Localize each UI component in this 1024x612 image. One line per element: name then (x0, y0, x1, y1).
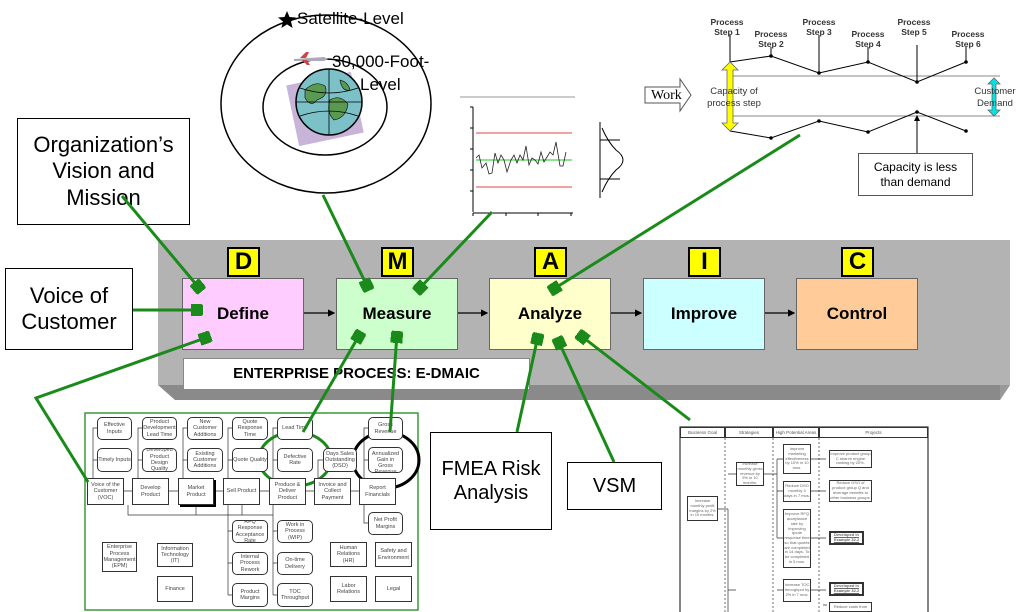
capacity-callout: Capacity is less than demand (858, 153, 973, 196)
flowchart-box: Labor Relations (330, 576, 367, 602)
high-potential-area-box: Improve RFQ acceptance rate by improving… (783, 509, 811, 568)
flowchart-box: Work in Process (WIP) (277, 520, 313, 543)
table-header: Business Goal (680, 427, 725, 438)
project-box: Improve product group C search engine ra… (829, 450, 872, 468)
process-step-5: Process Step 5 (897, 17, 931, 38)
foot-level-label-line1: 30,000-Foot- (332, 52, 430, 71)
flowchart-box: Market Product (178, 478, 214, 505)
enterprise-process-banner: ENTERPRISE PROCESS: E-DMAIC (183, 358, 530, 390)
globe-icon (286, 68, 364, 147)
phase-letter-control: C (841, 247, 874, 277)
flowchart-box: Produce & Deliver Product (269, 478, 306, 505)
flowchart-box: Days Sales Outstanding (DSO) (323, 448, 357, 472)
vsm-box: VSM (567, 462, 662, 510)
process-step-6: Process Step 6 (951, 29, 985, 50)
flowchart-box: Invoice and Collect Payment (314, 478, 351, 505)
table-header: High Potential Areas (773, 427, 819, 438)
high-potential-area-box: Reduce DSO monthly 3 days in 7 mos. (783, 481, 811, 502)
flowchart-box: TOC Throughput (277, 583, 313, 607)
phase-control: Control (796, 278, 918, 350)
table-header: Projects (819, 427, 928, 438)
flowchart-box: Defective Rate (277, 448, 313, 472)
vision-mission-box: Organization’s Vision and Mission (17, 118, 190, 225)
control-chart (460, 96, 624, 216)
project-box: Reduce DSO of product group Q and levera… (829, 480, 872, 502)
phase-define: Define (182, 278, 304, 350)
flowchart-box: Percent Annualized Gain in Gross Revenue (368, 447, 403, 473)
demand-label: Customer Demand (974, 86, 1016, 110)
phase-letter-improve: I (688, 247, 721, 277)
phase-measure: Measure (336, 278, 458, 350)
process-step-2: Process Step 2 (754, 29, 788, 50)
strategy-box: Increase monthly gross revenue by 5% in … (736, 462, 764, 486)
phase-improve: Improve (643, 278, 765, 350)
flowchart-box: On-time Delivery (277, 552, 313, 575)
flowchart-box: Net Profit Margins (368, 512, 403, 535)
flowchart-box: Product Development Lead Time (142, 417, 177, 440)
flowchart-box: New Customer Additions (187, 417, 223, 440)
flowchart-box: Report Financials (359, 478, 396, 505)
flowchart-box: Quote Quality (232, 448, 268, 472)
flowchart-frame (84, 412, 419, 611)
business-goal-box: Increase monthly profit margins by 2% in… (687, 496, 718, 521)
flowchart-box: RFQ Response Acceptance Rate (232, 520, 268, 543)
flowchart-box: Internal Process Rework (232, 552, 268, 575)
high-potential-area-box: Increase TOC throughput by 2% in 7 mos. (783, 579, 811, 602)
process-step-3: Process Step 3 (802, 17, 836, 38)
flowchart-box: Effective Inputs (97, 417, 132, 440)
project-box: Developed in Example 32.2 (829, 531, 864, 545)
flowchart-box: Voice of the Customer (VOC) (87, 478, 124, 505)
phase-letter-analyze: A (534, 247, 567, 277)
flowchart-box: Product Margins (232, 583, 268, 607)
project-box: Reduce costs from (829, 602, 872, 612)
foot-level-label-line2: Level (360, 75, 401, 94)
process-step-4: Process Step 4 (851, 29, 885, 50)
flowchart-box: Gross Revenue (368, 417, 403, 440)
phase-analyze: Analyze (489, 278, 611, 350)
capacity-label: Capacity of process step (707, 86, 761, 110)
flowchart-box: Information Technology (IT) (157, 543, 193, 567)
flowchart-box: Timely Inputs (97, 448, 132, 472)
phase-letter-define: D (227, 247, 260, 277)
flowchart-box: Human Relations (HR) (330, 542, 367, 567)
flowchart-box: Enterprise Process Management (EPM) (102, 542, 137, 572)
table-header: Strategies (725, 427, 773, 438)
capacity-diagram (644, 35, 1001, 153)
voice-of-customer-box: Voice of Customer (5, 268, 133, 350)
flowchart-box: Sell Product (223, 478, 260, 505)
flowchart-box: Lead Time (277, 417, 313, 440)
project-box: Developed in Example 32.2 (829, 582, 864, 596)
process-step-1: Process Step 1 (710, 17, 744, 38)
flowchart-box: Legal (375, 576, 412, 602)
flowchart-box: Developed Product Design Quality (142, 448, 177, 472)
satellite-level-label: Satellite-Level (297, 9, 404, 28)
flowchart-box: Quote Response Time (232, 417, 268, 440)
flowchart-box: Safety and Environment (375, 542, 412, 567)
star-icon (278, 11, 296, 28)
fmea-box: FMEA Risk Analysis (430, 432, 552, 530)
phase-letter-measure: M (381, 247, 414, 277)
flowchart-box: Existing Customer Additions (187, 448, 223, 472)
work-label: Work (651, 88, 682, 103)
high-potential-area-box: Improve marketing effectiveness by 10% i… (783, 444, 811, 474)
flowchart-box: Develop Product (132, 478, 169, 505)
flowchart-box: Finance (157, 576, 193, 602)
